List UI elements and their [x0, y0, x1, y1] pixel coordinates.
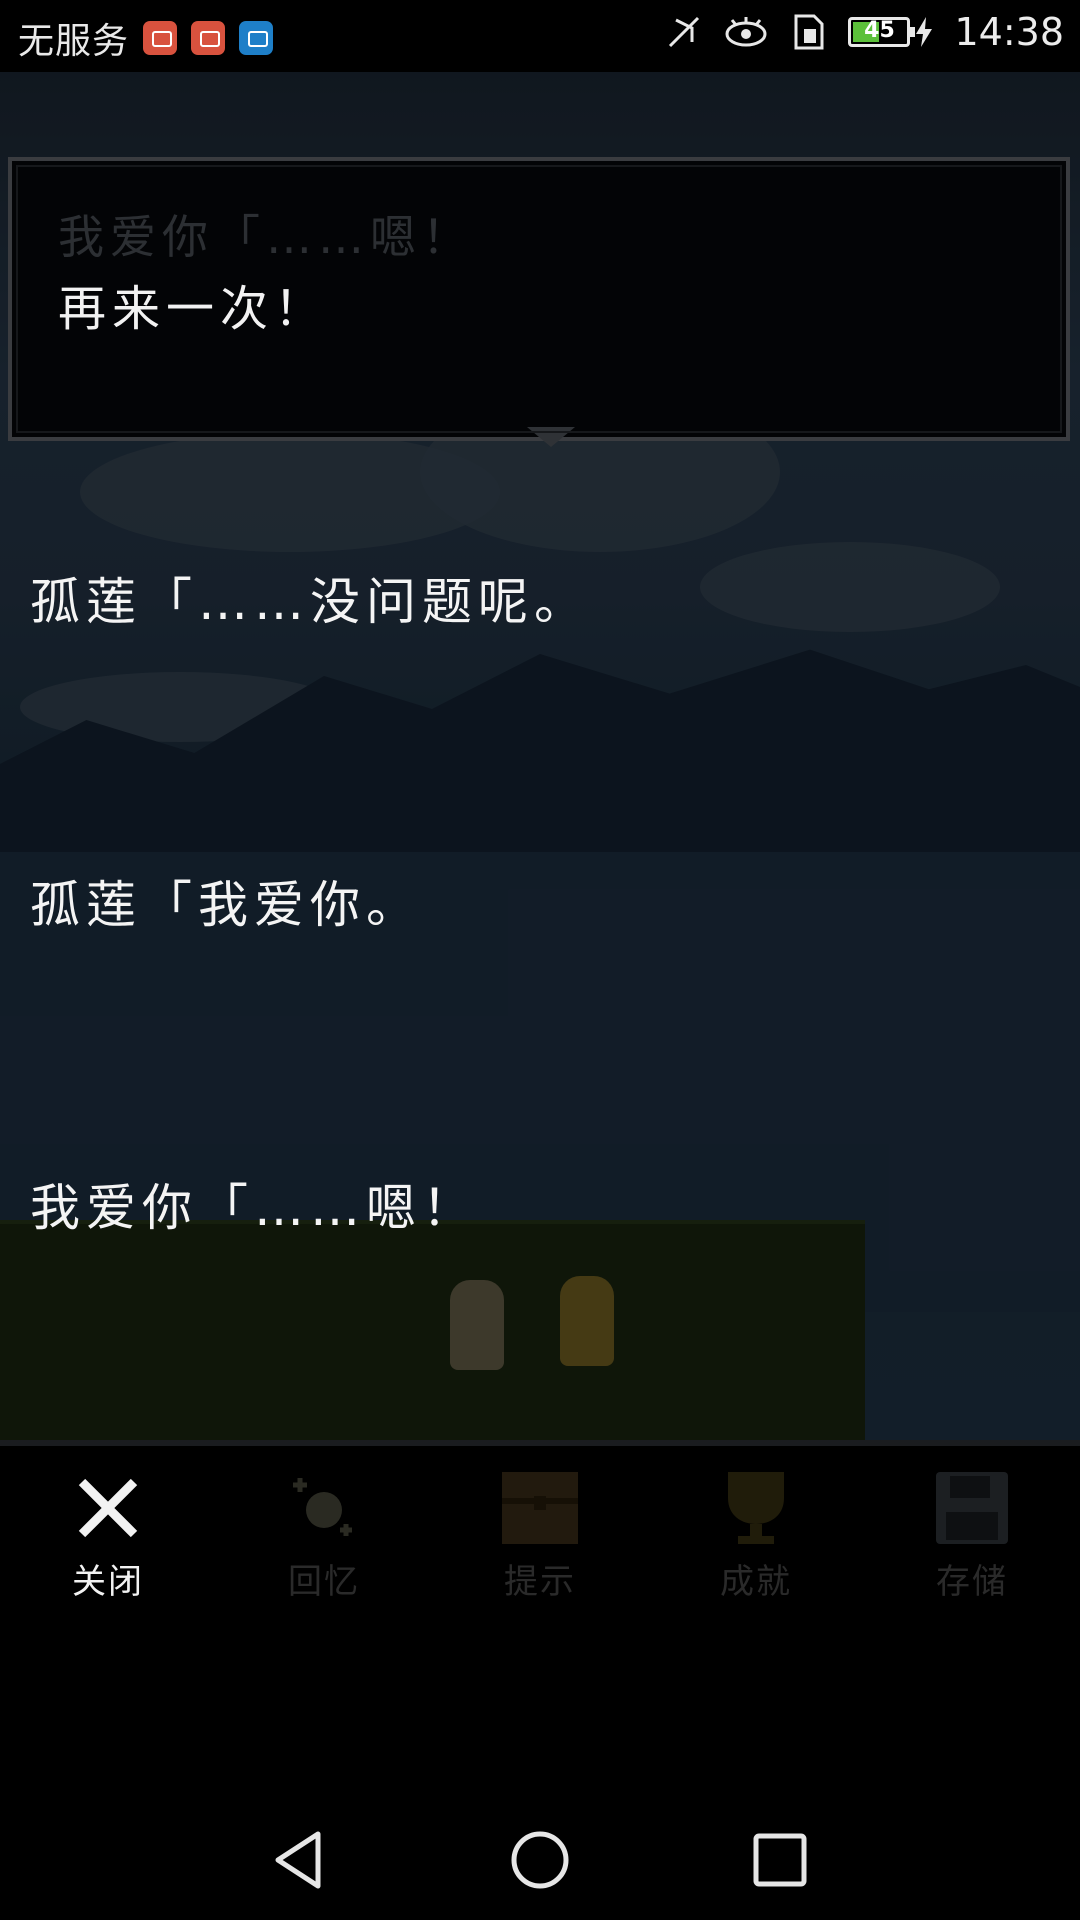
backlog-line: 孤莲「……没问题呢。	[30, 573, 590, 631]
continue-arrow-icon	[527, 427, 575, 447]
menu-memory-button[interactable]: 回忆	[254, 1468, 394, 1636]
menu-close-label: 关闭	[72, 1562, 144, 1602]
eye-comfort-icon	[724, 14, 768, 50]
clock: 14:38	[954, 10, 1064, 54]
recents-icon[interactable]	[748, 1828, 812, 1896]
save-disk-icon	[932, 1468, 1012, 1548]
battery-icon: 45	[848, 17, 916, 47]
carrier-label: 无服务	[18, 21, 130, 62]
card-app-icon	[239, 21, 274, 55]
home-icon[interactable]	[508, 1828, 572, 1896]
message-current-line: 再来一次！	[58, 281, 329, 337]
trophy-icon	[716, 1468, 796, 1548]
menu-memory-label: 回忆	[288, 1562, 360, 1602]
charging-icon	[916, 17, 933, 47]
menu-achievement-label: 成就	[720, 1562, 792, 1602]
email-app-icon	[143, 21, 178, 55]
menu-save-button[interactable]: 存储	[902, 1468, 1042, 1636]
backlog-menu: 关闭 回忆 提示 成就 存储	[0, 1440, 1080, 1636]
menu-hint-label: 提示	[504, 1562, 576, 1602]
status-right: 45 14:38	[666, 10, 1064, 54]
back-icon[interactable]	[268, 1828, 332, 1896]
navigation-bar	[0, 1800, 1080, 1920]
close-icon	[68, 1468, 148, 1548]
status-left: 无服务	[18, 12, 274, 64]
hint-chest-icon	[500, 1468, 580, 1548]
memory-icon	[284, 1468, 364, 1548]
status-bar: 无服务 45 14:38	[0, 0, 1080, 72]
menu-achievement-button[interactable]: 成就	[686, 1468, 826, 1636]
menu-hint-button[interactable]: 提示	[470, 1468, 610, 1636]
backlog-line: 我爱你「……嗯！	[30, 1179, 478, 1237]
sim-icon	[790, 13, 826, 51]
message-previous-line: 我爱你「……嗯！	[58, 210, 474, 264]
mute-icon	[666, 14, 702, 50]
menu-close-button[interactable]: 关闭	[38, 1468, 178, 1603]
menu-save-label: 存储	[936, 1562, 1008, 1602]
backlog-line: 孤莲「我爱你。	[30, 876, 422, 934]
battery-level: 45	[864, 18, 895, 43]
tools-app-icon	[191, 21, 226, 55]
message-window[interactable]: 我爱你「……嗯！ 再来一次！	[8, 157, 1070, 447]
